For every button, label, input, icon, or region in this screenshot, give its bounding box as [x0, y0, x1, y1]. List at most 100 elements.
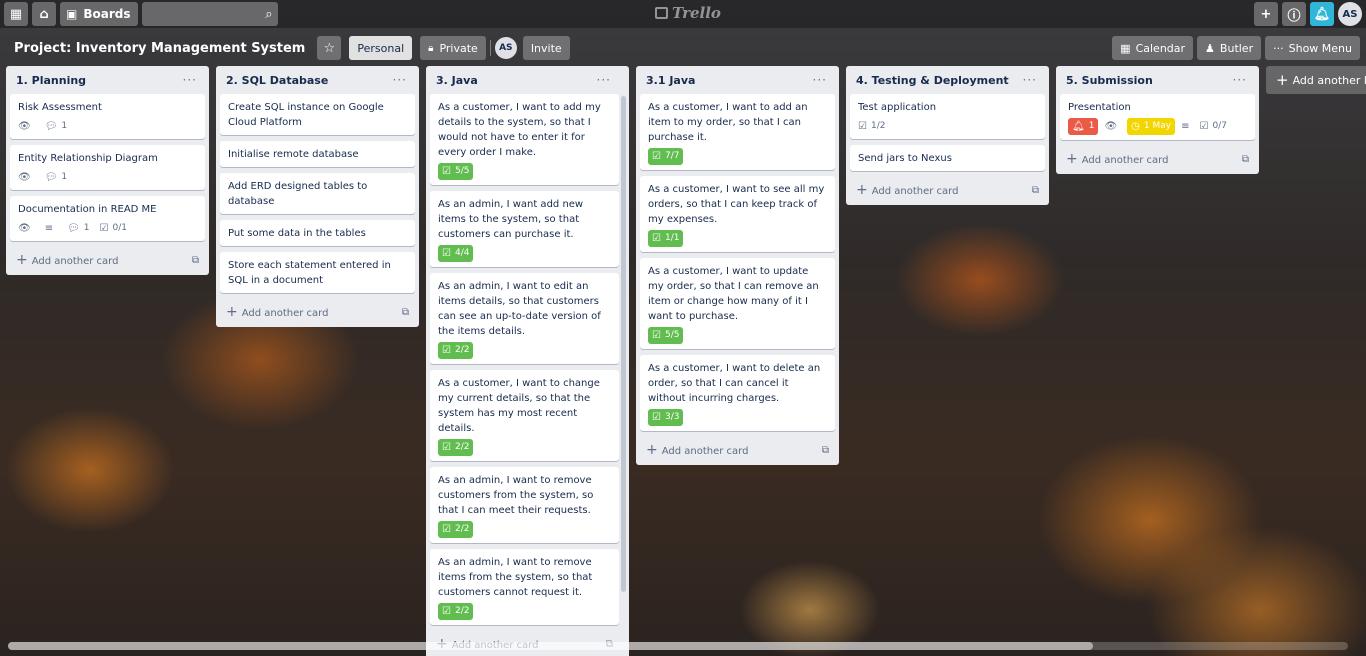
card[interactable]: As a customer, I want to see all my orde… — [640, 176, 835, 252]
list-title[interactable]: 5. Submission — [1066, 74, 1153, 87]
user-avatar[interactable]: AS — [1338, 2, 1362, 26]
card[interactable]: Entity Relationship Diagram 👁︎ 💬︎ 1 — [10, 145, 205, 190]
list-testing-deployment: 4. Testing & Deployment ··· Test applica… — [846, 66, 1049, 205]
list-title[interactable]: 3. Java — [436, 74, 478, 87]
due-date: 1 May — [1143, 121, 1172, 131]
calendar-button[interactable]: ▦ Calendar — [1112, 36, 1194, 60]
calendar-icon: ▦ — [1120, 41, 1131, 55]
card-badges: ☑ 7/7 — [648, 148, 827, 165]
list-header[interactable]: 5. Submission ··· — [1060, 66, 1255, 94]
card-badges: ☑ 2/2 — [438, 603, 611, 620]
star-board-button[interactable]: ☆ — [317, 36, 342, 60]
card[interactable]: As a customer, I want to add my details … — [430, 94, 619, 185]
checklist-count: 5/5 — [454, 166, 470, 176]
list-header[interactable]: 3.1 Java ··· — [640, 66, 835, 94]
list-menu-icon[interactable]: ··· — [183, 73, 197, 87]
add-list-button[interactable]: + Add another list — [1266, 66, 1366, 94]
card-title: Add ERD designed tables to database — [228, 181, 368, 207]
checklist-complete-badge: ☑ 5/5 — [648, 327, 684, 344]
card-template-icon[interactable]: ⧉ — [402, 307, 409, 318]
card-title: Risk Assessment — [18, 102, 102, 113]
add-card-button[interactable]: +Add another card ⧉ — [10, 247, 205, 269]
visibility-label: Private — [439, 41, 478, 55]
bell-icon: 🔔︎ — [1313, 6, 1331, 22]
create-button[interactable]: + — [1254, 2, 1278, 26]
list-title[interactable]: 1. Planning — [16, 74, 86, 87]
card-title: As an admin, I want to remove items from… — [438, 557, 593, 598]
checklist-complete-badge: ☑ 3/3 — [648, 409, 684, 426]
card-title: As a customer, I want to delete an order… — [648, 363, 821, 404]
add-card-button[interactable]: +Add another card ⧉ — [640, 437, 835, 459]
card[interactable]: As an admin, I want to remove items from… — [430, 549, 619, 625]
invite-button[interactable]: Invite — [522, 36, 570, 60]
list-header[interactable]: 1. Planning ··· — [10, 66, 205, 94]
description-badge: ≡ — [1181, 119, 1193, 135]
card-template-icon[interactable]: ⧉ — [1032, 185, 1039, 196]
plus-icon: + — [1276, 71, 1289, 89]
boards-button[interactable]: ▣ Boards — [60, 2, 139, 26]
checklist-count: 1/1 — [664, 233, 680, 243]
board-title[interactable]: Project: Inventory Management System — [14, 41, 305, 56]
card-template-icon[interactable]: ⧉ — [822, 445, 829, 456]
card[interactable]: Put some data in the tables — [220, 220, 415, 246]
card[interactable]: As an admin, I want to remove customers … — [430, 467, 619, 543]
card[interactable]: Send jars to Nexus — [850, 145, 1045, 171]
board-horizontal-scrollbar[interactable] — [8, 642, 1348, 650]
checklist-complete-badge: ☑ 1/1 — [648, 230, 684, 247]
info-button[interactable]: ⓘ — [1282, 2, 1306, 26]
butler-button[interactable]: ♟ Butler — [1197, 36, 1262, 60]
list-menu-icon[interactable]: ··· — [813, 73, 827, 87]
home-button[interactable]: ⌂ — [32, 2, 56, 26]
card[interactable]: Presentation 🔔︎ 1 👁︎ ◷ 1 May ≡ ☑ 0/7 — [1060, 94, 1255, 140]
list-header[interactable]: 2. SQL Database ··· — [220, 66, 415, 94]
member-avatar[interactable]: AS — [494, 37, 517, 59]
list-title[interactable]: 2. SQL Database — [226, 74, 328, 87]
team-button[interactable]: Personal — [349, 36, 413, 60]
card-badges: ☑ 3/3 — [648, 409, 827, 426]
app-switcher-button[interactable]: ▦ — [4, 2, 28, 26]
list-title[interactable]: 4. Testing & Deployment — [856, 74, 1009, 87]
card[interactable]: Risk Assessment 👁︎ 💬︎ 1 — [10, 94, 205, 139]
search-input[interactable]: ⌕ — [142, 2, 279, 26]
card[interactable]: Documentation in READ ME 👁︎ ≡ 💬︎ 1 ☑ 0/1 — [10, 196, 205, 241]
card-badges: ☑ 1/2 — [858, 118, 1037, 134]
card[interactable]: As a customer, I want to delete an order… — [640, 355, 835, 431]
card[interactable]: Create SQL instance on Google Cloud Plat… — [220, 94, 415, 135]
watch-badge: 👁︎ — [18, 220, 35, 236]
card[interactable]: As an admin, I want add new items to the… — [430, 191, 619, 267]
boards-label: Boards — [83, 7, 131, 21]
list-scrollbar[interactable] — [621, 96, 626, 592]
notifications-button[interactable]: 🔔︎ — [1310, 2, 1334, 26]
add-card-button[interactable]: +Add another card ⧉ — [850, 177, 1045, 199]
card[interactable]: As an admin, I want to edit an items det… — [430, 273, 619, 364]
show-menu-button[interactable]: ··· Show Menu — [1265, 36, 1360, 60]
add-card-button[interactable]: +Add another card ⧉ — [220, 299, 415, 321]
list-header[interactable]: 4. Testing & Deployment ··· — [850, 66, 1045, 94]
card[interactable]: As a customer, I want to change my curre… — [430, 370, 619, 461]
list-header[interactable]: 3. Java ··· — [430, 66, 619, 94]
scrollbar-thumb[interactable] — [8, 642, 1093, 650]
list-menu-icon[interactable]: ··· — [1023, 73, 1037, 87]
list-menu-icon[interactable]: ··· — [393, 73, 407, 87]
list-menu-icon[interactable]: ··· — [597, 73, 611, 87]
card[interactable]: Add ERD designed tables to database — [220, 173, 415, 214]
description-badge: ≡ — [45, 220, 57, 236]
card[interactable]: As a customer, I want to add an item to … — [640, 94, 835, 170]
add-card-button[interactable]: +Add another card ⧉ — [1060, 146, 1255, 168]
checklist-count: 5/5 — [664, 330, 680, 340]
list-title[interactable]: 3.1 Java — [646, 74, 695, 87]
card[interactable]: Store each statement entered in SQL in a… — [220, 252, 415, 293]
checklist-complete-badge: ☑ 4/4 — [438, 245, 474, 262]
card[interactable]: Initialise remote database — [220, 141, 415, 167]
visibility-button[interactable]: 🔒︎ Private — [420, 36, 486, 60]
list-menu-icon[interactable]: ··· — [1233, 73, 1247, 87]
card-title: As an admin, I want add new items to the… — [438, 199, 584, 240]
checklist-badge: ☑ 0/1 — [100, 220, 127, 236]
card-template-icon[interactable]: ⧉ — [1242, 154, 1249, 165]
comment-icon: 💬︎ — [44, 171, 58, 183]
card-template-icon[interactable]: ⧉ — [192, 255, 199, 266]
card[interactable]: As a customer, I want to update my order… — [640, 258, 835, 349]
trello-logo[interactable]: Trello — [655, 4, 721, 22]
clock-icon: ◷ — [1131, 121, 1140, 132]
card[interactable]: Test application ☑ 1/2 — [850, 94, 1045, 139]
